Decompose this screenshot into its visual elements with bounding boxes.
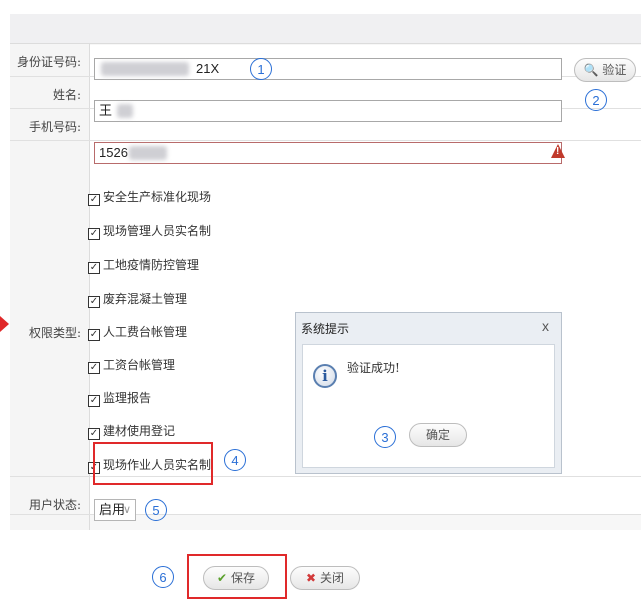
name-input[interactable]: 王 bbox=[94, 100, 562, 122]
redacted-text bbox=[129, 146, 167, 160]
permission-item[interactable]: ✓ 废弃混凝土管理 bbox=[88, 290, 187, 308]
save-button[interactable]: ✔ 保存 bbox=[203, 566, 269, 590]
checkbox-checked-icon[interactable]: ✓ bbox=[88, 329, 100, 341]
marker-2: 2 bbox=[585, 89, 607, 111]
ok-button[interactable]: 确定 bbox=[409, 423, 467, 447]
status-select[interactable]: 启用 ∨ bbox=[94, 499, 136, 521]
permission-item[interactable]: ✓ 安全生产标准化现场 bbox=[88, 188, 211, 206]
top-bar bbox=[10, 14, 641, 43]
id-number-input[interactable]: 21X bbox=[94, 58, 562, 80]
id-label: 身份证号码: bbox=[16, 55, 81, 69]
redacted-text bbox=[101, 62, 189, 76]
info-icon: i bbox=[313, 364, 337, 388]
warning-icon-mark: ! bbox=[556, 146, 560, 157]
permission-item[interactable]: ✓ 现场管理人员实名制 bbox=[88, 222, 211, 240]
checkbox-checked-icon[interactable]: ✓ bbox=[88, 262, 100, 274]
permission-item[interactable]: ✓ 工资台帐管理 bbox=[88, 356, 175, 374]
close-button-label: 关闭 bbox=[319, 571, 344, 585]
ok-button-label: 确定 bbox=[425, 428, 450, 442]
verify-button-label: 验证 bbox=[602, 63, 627, 77]
dialog-message: 验证成功! bbox=[347, 361, 400, 375]
checkbox-checked-icon[interactable]: ✓ bbox=[88, 296, 100, 308]
phone-value: 1526 bbox=[99, 145, 128, 160]
marker-3: 3 bbox=[374, 426, 396, 448]
marker-4: 4 bbox=[224, 449, 246, 471]
label-column bbox=[10, 44, 90, 530]
dialog-body: i 验证成功! 确定 bbox=[302, 344, 555, 468]
checkbox-checked-icon[interactable]: ✓ bbox=[88, 395, 100, 407]
dialog-close-icon[interactable]: x bbox=[542, 318, 549, 334]
marker-6: 6 bbox=[152, 566, 174, 588]
checkbox-checked-icon[interactable]: ✓ bbox=[88, 194, 100, 206]
chevron-down-icon: ∨ bbox=[123, 504, 132, 516]
marker-5: 5 bbox=[145, 499, 167, 521]
dialog-title: 系统提示 bbox=[301, 322, 350, 336]
permission-item[interactable]: ✓ 工地疫情防控管理 bbox=[88, 256, 199, 274]
status-value: 启用 bbox=[99, 502, 126, 517]
checkbox-checked-icon[interactable]: ✓ bbox=[88, 362, 100, 374]
highlight-box bbox=[93, 442, 213, 485]
permission-item[interactable]: ✓ 人工费台帐管理 bbox=[88, 323, 187, 341]
name-value: 王 bbox=[99, 103, 113, 118]
phone-input[interactable]: 1526 ! bbox=[94, 142, 565, 164]
checkbox-checked-icon[interactable]: ✓ bbox=[88, 428, 100, 440]
verify-button[interactable]: 🔍 验证 bbox=[574, 58, 636, 82]
status-label: 用户状态: bbox=[28, 498, 81, 512]
phone-label: 手机号码: bbox=[28, 120, 81, 134]
permission-label: 权限类型: bbox=[28, 326, 81, 340]
marker-1: 1 bbox=[250, 58, 272, 80]
check-icon: ✔ bbox=[217, 571, 228, 585]
save-button-label: 保存 bbox=[230, 571, 255, 585]
name-label: 姓名: bbox=[52, 88, 81, 102]
close-icon: ✖ bbox=[306, 571, 317, 585]
close-button[interactable]: ✖ 关闭 bbox=[290, 566, 360, 590]
system-dialog: 系统提示 x i 验证成功! 确定 bbox=[295, 312, 562, 474]
redacted-text bbox=[117, 104, 133, 118]
permission-item[interactable]: ✓ 监理报告 bbox=[88, 389, 151, 407]
checkbox-checked-icon[interactable]: ✓ bbox=[88, 228, 100, 240]
permission-item[interactable]: ✓ 建材使用登记 bbox=[88, 422, 175, 440]
search-icon: 🔍 bbox=[583, 63, 599, 77]
id-number-suffix: 21X bbox=[196, 61, 220, 76]
pointer-arrow-icon bbox=[0, 316, 9, 332]
